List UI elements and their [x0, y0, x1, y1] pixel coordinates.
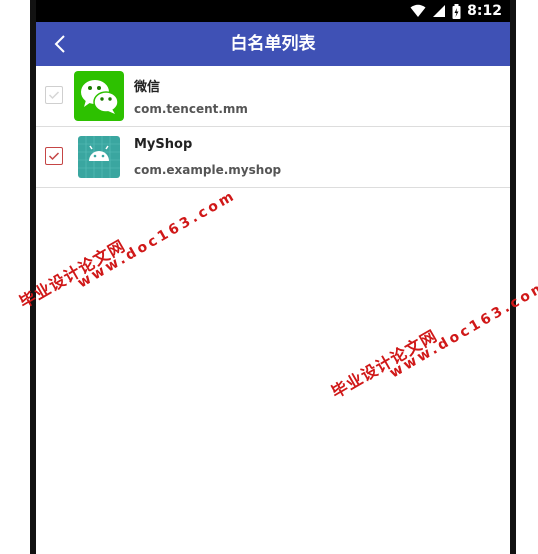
watermark: 毕业设计论文网 www.doc163.com	[326, 262, 538, 412]
watermark: 毕业设计论文网 www.doc163.com	[14, 172, 239, 322]
cell-signal-icon	[433, 5, 446, 17]
list-item-myshop[interactable]: MyShop com.example.myshop	[36, 127, 510, 188]
check-icon	[48, 91, 60, 100]
whitelist-app-list: 微信 com.tencent.mm MyShop com.example.mys…	[36, 66, 510, 188]
android-icon	[78, 136, 120, 178]
status-bar: 8:12	[36, 0, 510, 22]
app-name: 微信	[134, 80, 161, 95]
app-bar: 白名单列表	[36, 22, 510, 66]
wifi-icon	[410, 4, 426, 17]
app-checkbox[interactable]	[45, 147, 63, 165]
status-time: 8:12	[467, 3, 502, 19]
watermark-site: 毕业设计论文网	[328, 325, 441, 402]
app-package: com.tencent.mm	[134, 102, 248, 116]
status-icons: 8:12	[410, 2, 502, 20]
phone-screen: 8:12 白名单列表 微信 com.tencent.mm MyShop com.…	[0, 0, 538, 554]
app-name: MyShop	[134, 137, 193, 152]
app-package: com.example.myshop	[134, 163, 282, 177]
battery-icon	[452, 3, 461, 19]
list-item-wechat[interactable]: 微信 com.tencent.mm	[36, 66, 510, 127]
app-checkbox[interactable]	[45, 86, 63, 104]
page-title: 白名单列表	[230, 34, 316, 54]
check-icon	[48, 152, 60, 161]
watermark-url: www.doc163.com	[74, 187, 240, 292]
wechat-icon	[74, 71, 124, 121]
watermark-site: 毕业设计论文网	[16, 235, 129, 312]
